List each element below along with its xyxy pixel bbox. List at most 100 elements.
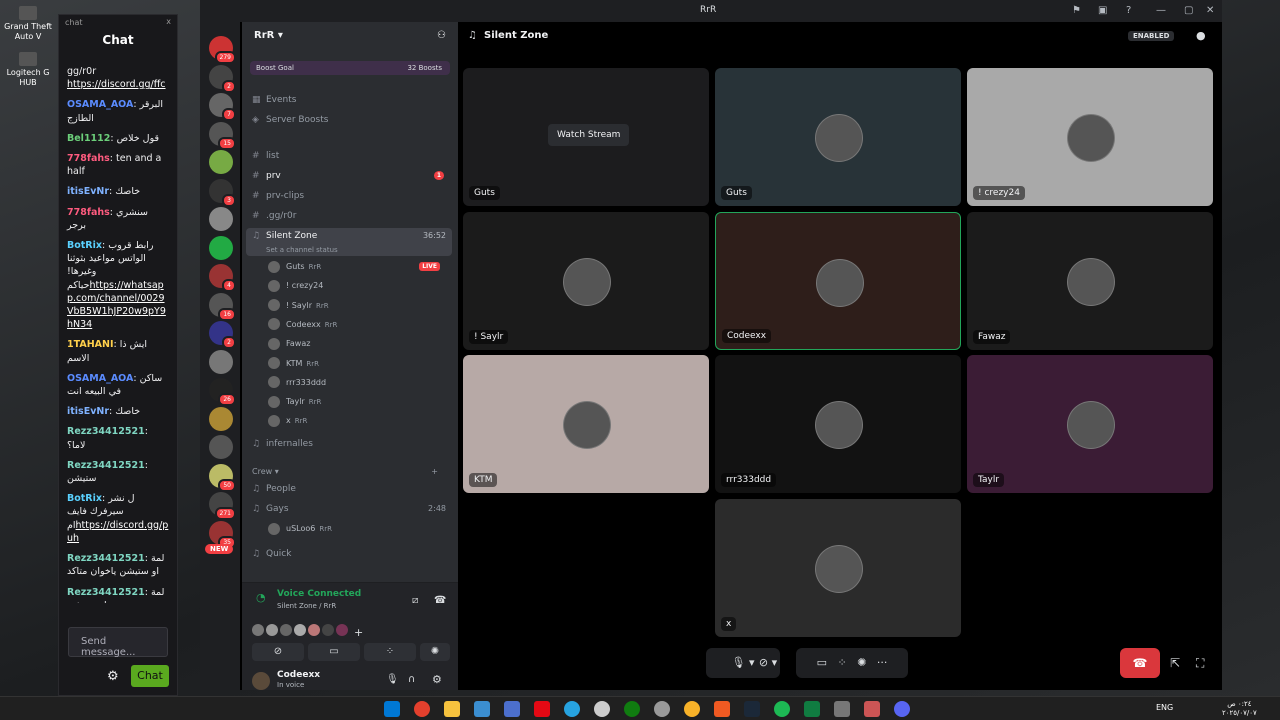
close-icon[interactable]: x bbox=[166, 17, 171, 26]
avatar[interactable] bbox=[252, 624, 264, 636]
popout-icon[interactable]: ⇱ bbox=[1170, 656, 1180, 670]
server-icon[interactable] bbox=[209, 435, 233, 459]
voice-user[interactable]: uSLoo6 RrR bbox=[268, 521, 448, 537]
file-explorer-icon[interactable] bbox=[444, 701, 460, 717]
participant-tile[interactable]: Codeexx bbox=[715, 212, 961, 350]
activities-icon[interactable]: ⁘ bbox=[837, 656, 846, 669]
add-member-icon[interactable]: ⚇ bbox=[437, 30, 446, 41]
chat-message-input[interactable]: Send message... bbox=[68, 627, 168, 658]
server-icon[interactable] bbox=[209, 235, 233, 260]
maximize-icon[interactable]: ▢ bbox=[1184, 5, 1193, 16]
avatar[interactable] bbox=[308, 624, 320, 636]
participant-tile[interactable]: KTM bbox=[463, 355, 709, 493]
screen-share-icon[interactable]: ▭ bbox=[817, 656, 827, 669]
store-icon[interactable] bbox=[474, 701, 490, 717]
chat-send-button[interactable]: Chat bbox=[131, 665, 169, 687]
settings-gear-icon[interactable]: ⚙ bbox=[432, 673, 442, 686]
more-icon[interactable]: ··· bbox=[877, 656, 888, 669]
server-icon[interactable]: 15 bbox=[209, 121, 236, 150]
chat-bubble-icon[interactable]: ● bbox=[1196, 29, 1206, 42]
soundboard-icon[interactable]: ✺ bbox=[857, 656, 866, 669]
channel-prv-clips[interactable]: # prv-clips bbox=[252, 188, 452, 204]
app-icon[interactable] bbox=[864, 701, 880, 717]
fullscreen-icon[interactable]: ⛶ bbox=[1196, 656, 1204, 671]
xbox-icon[interactable] bbox=[624, 701, 640, 717]
mic-icon[interactable]: 🎙 bbox=[386, 674, 399, 685]
gta-desktop-icon[interactable]: Grand Theft Auto V bbox=[0, 6, 56, 42]
app-icon[interactable] bbox=[504, 701, 520, 717]
steam-icon[interactable] bbox=[744, 701, 760, 717]
gear-icon[interactable]: ⚙ bbox=[107, 669, 121, 684]
nav-server-boosts[interactable]: ◈ Server Boosts bbox=[252, 112, 452, 128]
help-icon[interactable]: ? bbox=[1126, 5, 1131, 16]
chat-username[interactable]: itisEvNr bbox=[67, 406, 109, 417]
ghub-desktop-icon[interactable]: Logitech G HUB bbox=[0, 52, 56, 88]
avatar[interactable] bbox=[266, 624, 278, 636]
chat-username[interactable]: BotRix bbox=[67, 493, 102, 504]
close-window-icon[interactable]: ✕ bbox=[1206, 5, 1214, 16]
avatar[interactable] bbox=[322, 624, 334, 636]
chat-username[interactable]: itisEvNr bbox=[67, 186, 109, 197]
participant-tile[interactable]: Fawaz bbox=[967, 212, 1213, 350]
voice-status[interactable]: Voice Connected bbox=[277, 589, 361, 599]
voice-user[interactable]: Taylr RrR bbox=[268, 394, 448, 410]
start-icon[interactable] bbox=[384, 701, 400, 717]
server-icon[interactable]: 279 bbox=[209, 36, 236, 64]
avatar[interactable] bbox=[336, 624, 348, 636]
activities-button[interactable]: ⁘ bbox=[364, 643, 416, 661]
obs-icon[interactable] bbox=[654, 701, 670, 717]
share-screen-button[interactable]: ▭ bbox=[308, 643, 360, 661]
voice-channel-gays[interactable]: ♫ Gays 2:48 bbox=[252, 501, 452, 517]
voice-user[interactable]: Fawaz bbox=[268, 336, 448, 352]
voice-channel-silent-zone[interactable]: ♫ Silent Zone 36:52 Set a channel status bbox=[246, 228, 452, 256]
participant-tile[interactable]: x bbox=[715, 499, 961, 637]
participant-tile[interactable]: rrr333ddd bbox=[715, 355, 961, 493]
server-icon[interactable]: 35 bbox=[209, 520, 236, 549]
clock[interactable]: ٠:٢٤ ص ٢٠٢٥/٠٧/٠٧ bbox=[1222, 700, 1257, 718]
avatar[interactable] bbox=[294, 624, 306, 636]
boost-goal-bar[interactable]: Boost Goal 32 Boosts bbox=[250, 61, 450, 75]
camera-toggle-button[interactable]: ⊘ bbox=[252, 643, 304, 661]
avatar[interactable] bbox=[252, 672, 270, 690]
voice-channel-people[interactable]: ♫ People bbox=[252, 481, 452, 497]
voice-user[interactable]: rrr333ddd bbox=[268, 375, 448, 391]
participant-tile[interactable]: Watch Stream Guts bbox=[463, 68, 709, 206]
excel-icon[interactable] bbox=[804, 701, 820, 717]
server-icon[interactable] bbox=[209, 406, 233, 431]
plus-icon[interactable]: + bbox=[354, 626, 363, 639]
app-icon[interactable] bbox=[834, 701, 850, 717]
voice-user[interactable]: ! Saylr RrR bbox=[268, 298, 448, 314]
server-icon[interactable]: 7 bbox=[209, 93, 236, 121]
server-icon[interactable]: 2 bbox=[209, 64, 236, 93]
channel-gg-r0r[interactable]: # .gg/r0r bbox=[252, 208, 452, 224]
chat-username[interactable]: Rezz34412521 bbox=[67, 553, 145, 564]
participant-tile[interactable]: ! crezy24 bbox=[967, 68, 1213, 206]
chrome-icon[interactable] bbox=[414, 701, 430, 717]
chat-username[interactable]: Bel1112 bbox=[67, 133, 110, 144]
chat-username[interactable]: OSAMA_AOA bbox=[67, 99, 133, 110]
category-crew[interactable]: Crew ▾ + bbox=[252, 464, 452, 480]
server-icon[interactable]: 50 bbox=[209, 463, 236, 492]
voice-channel-infernalles[interactable]: ♫ infernalles bbox=[252, 436, 452, 452]
telegram-icon[interactable] bbox=[564, 701, 580, 717]
server-icon[interactable]: 271 bbox=[209, 492, 236, 520]
participant-tile[interactable]: Taylr bbox=[967, 355, 1213, 493]
server-icon[interactable] bbox=[209, 349, 233, 374]
spotify-icon[interactable] bbox=[774, 701, 790, 717]
watch-stream-button[interactable]: Watch Stream bbox=[548, 124, 630, 146]
server-header[interactable]: RrR ▾ ⚇ bbox=[242, 22, 458, 50]
chat-username[interactable]: 1TAHANI bbox=[67, 339, 114, 350]
language-indicator[interactable]: ENG bbox=[1156, 703, 1173, 712]
chat-link[interactable]: https://discord.gg/ffc bbox=[67, 79, 166, 90]
chat-username[interactable]: 778fahs bbox=[67, 153, 110, 164]
chat-link[interactable]: https://discord.gg/puh bbox=[67, 520, 168, 544]
minimize-icon[interactable]: — bbox=[1156, 5, 1166, 16]
voice-user[interactable]: x RrR bbox=[268, 413, 448, 429]
app-icon[interactable] bbox=[684, 701, 700, 717]
settings-icon[interactable] bbox=[594, 701, 610, 717]
server-icon[interactable]: 26 bbox=[209, 378, 236, 406]
chat-username[interactable]: 778fahs bbox=[67, 207, 110, 218]
channel-list[interactable]: # list bbox=[252, 148, 452, 164]
discord-icon[interactable] bbox=[894, 701, 910, 717]
server-icon[interactable] bbox=[209, 207, 233, 231]
